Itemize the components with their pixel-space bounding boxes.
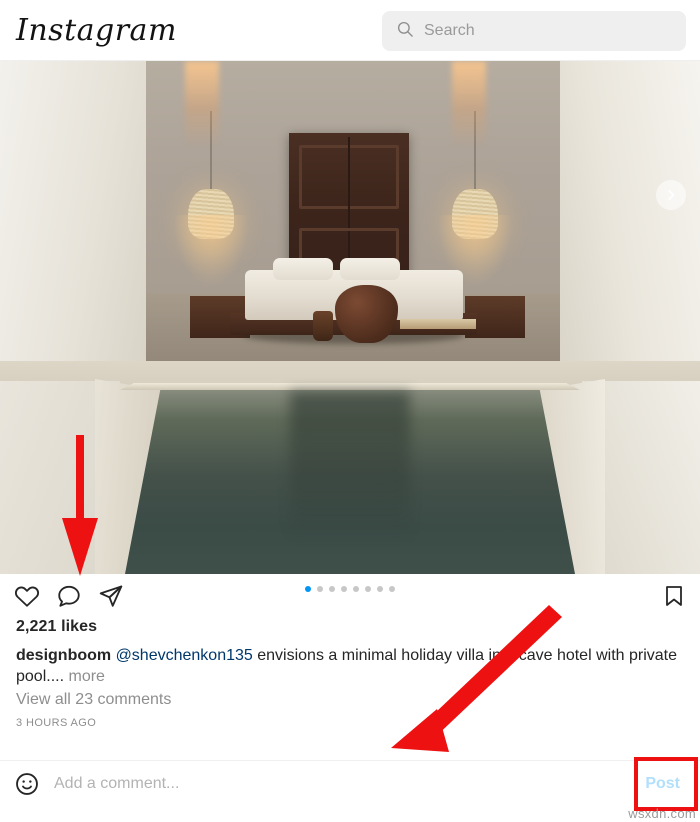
photo-scene <box>0 61 700 574</box>
carousel-dot[interactable] <box>329 586 335 592</box>
post-action-bar <box>0 574 700 618</box>
save-icon[interactable] <box>662 584 686 608</box>
primary-actions <box>14 583 124 609</box>
search-placeholder: Search <box>424 22 475 39</box>
chevron-right-icon <box>668 190 675 200</box>
post-image[interactable] <box>0 61 700 574</box>
carousel-dot[interactable] <box>389 586 395 592</box>
site-watermark: wsxdn.com <box>628 806 696 821</box>
pool-reflection-right <box>452 61 486 147</box>
pool-reflection-left <box>185 61 219 147</box>
pillow-right <box>340 258 400 280</box>
carousel-dot[interactable] <box>305 586 311 592</box>
pendant-lamp-right <box>438 111 512 287</box>
clay-pot <box>335 285 398 343</box>
corridor-wall-left <box>0 61 146 391</box>
instagram-logo[interactable]: Instagram <box>12 13 177 48</box>
carousel-dot[interactable] <box>353 586 359 592</box>
corridor-wall-right <box>560 61 700 391</box>
search-icon <box>396 20 414 43</box>
wooden-bench <box>400 319 476 329</box>
carousel-dot[interactable] <box>365 586 371 592</box>
like-icon[interactable] <box>14 583 40 609</box>
pillow-left <box>273 258 333 280</box>
instagram-post-screen: Instagram Search 2,221 likes designboom … <box>0 0 700 822</box>
carousel-next-button[interactable] <box>656 180 686 210</box>
carousel-dot[interactable] <box>377 586 383 592</box>
share-icon[interactable] <box>98 583 124 609</box>
carousel-dot[interactable] <box>317 586 323 592</box>
wooden-stool <box>313 311 333 341</box>
caption-mention[interactable]: @shevchenkon135 <box>116 647 253 664</box>
post-caption: designboom @shevchenkon135 envisions a m… <box>16 645 684 687</box>
likes-count[interactable]: 2,221 likes <box>16 618 684 636</box>
caption-username[interactable]: designboom <box>16 647 111 664</box>
app-header: Instagram Search <box>0 0 700 61</box>
post-timestamp: 3 HOURS AGO <box>16 717 97 730</box>
pendant-lamp-left <box>174 111 248 287</box>
emoji-icon[interactable] <box>14 771 40 797</box>
comment-input[interactable] <box>54 775 640 793</box>
view-all-comments-link[interactable]: View all 23 comments <box>16 691 684 709</box>
carousel-dot[interactable] <box>341 586 347 592</box>
search-bar[interactable]: Search <box>382 11 686 51</box>
post-comment-button[interactable]: Post <box>639 771 686 797</box>
add-comment-bar: Post <box>0 760 700 807</box>
comment-icon[interactable] <box>56 583 82 609</box>
caption-more-link[interactable]: more <box>68 668 104 685</box>
post-meta: 2,221 likes designboom @shevchenkon135 e… <box>0 618 700 729</box>
pool-dark-reflection <box>290 391 410 541</box>
pool-lip <box>120 383 580 390</box>
